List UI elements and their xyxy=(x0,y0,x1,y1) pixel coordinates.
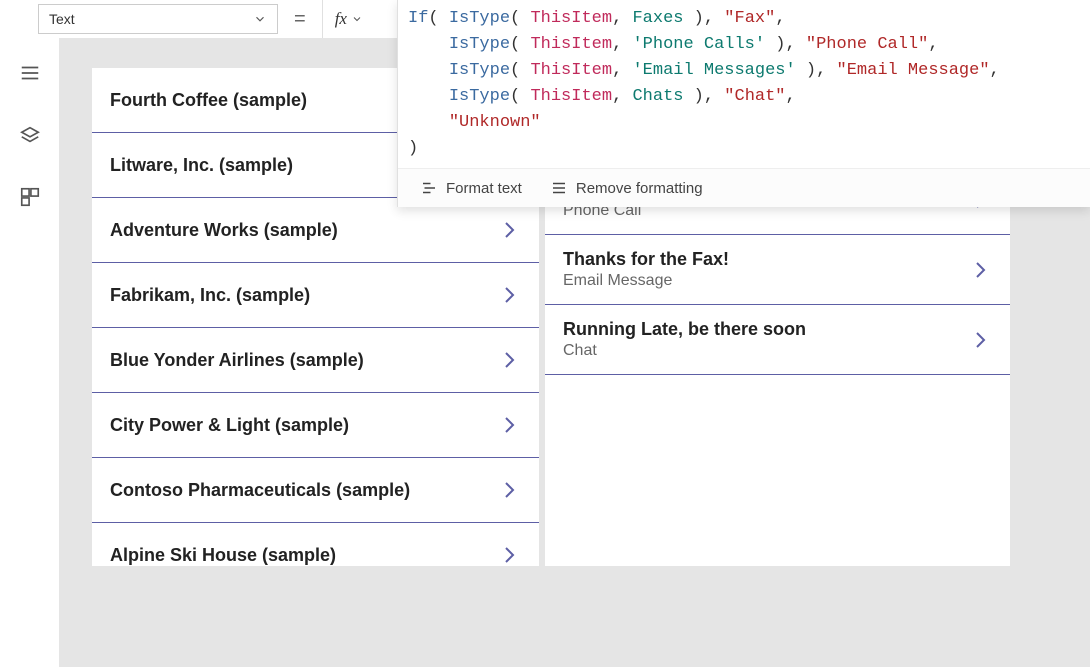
components-icon[interactable] xyxy=(19,186,41,208)
chevron-down-icon xyxy=(253,12,267,26)
left-rail xyxy=(0,38,60,667)
format-icon xyxy=(420,179,438,197)
account-name: Fabrikam, Inc. (sample) xyxy=(110,285,310,306)
chevron-right-icon[interactable] xyxy=(497,348,521,372)
chevron-right-icon[interactable] xyxy=(497,283,521,307)
formula-toolbar: Format text Remove formatting xyxy=(398,168,1090,207)
account-name: Contoso Pharmaceuticals (sample) xyxy=(110,480,410,501)
list-item[interactable]: Running Late, be there soon Chat xyxy=(545,305,1010,375)
list-item[interactable]: City Power & Light (sample) xyxy=(92,393,539,458)
fx-dropdown[interactable]: fx xyxy=(322,0,375,38)
activity-title: Running Late, be there soon xyxy=(563,319,806,340)
account-name: Alpine Ski House (sample) xyxy=(110,545,336,566)
remove-format-icon xyxy=(550,179,568,197)
chevron-right-icon[interactable] xyxy=(968,258,992,282)
list-item[interactable]: Alpine Ski House (sample) xyxy=(92,523,539,566)
list-item[interactable]: Contoso Pharmaceuticals (sample) xyxy=(92,458,539,523)
chevron-right-icon[interactable] xyxy=(968,328,992,352)
fx-label: fx xyxy=(335,9,347,29)
hamburger-icon[interactable] xyxy=(19,62,41,84)
list-item[interactable]: Blue Yonder Airlines (sample) xyxy=(92,328,539,393)
chevron-right-icon[interactable] xyxy=(497,478,521,502)
property-selector[interactable]: Text xyxy=(38,4,278,34)
list-item[interactable]: Fabrikam, Inc. (sample) xyxy=(92,263,539,328)
chevron-down-icon xyxy=(351,13,363,25)
chevron-right-icon[interactable] xyxy=(497,413,521,437)
formula-editor[interactable]: If( IsType( ThisItem, Faxes ), "Fax", Is… xyxy=(398,0,1010,168)
account-name: Adventure Works (sample) xyxy=(110,220,338,241)
account-name: City Power & Light (sample) xyxy=(110,415,349,436)
remove-formatting-button[interactable]: Remove formatting xyxy=(550,179,703,197)
activity-type-label: Email Message xyxy=(563,272,729,290)
layers-icon[interactable] xyxy=(19,124,41,146)
list-item[interactable]: Adventure Works (sample) xyxy=(92,198,539,263)
format-text-button[interactable]: Format text xyxy=(420,179,522,197)
remove-formatting-label: Remove formatting xyxy=(576,180,703,197)
chevron-right-icon[interactable] xyxy=(497,543,521,566)
activity-type-label: Chat xyxy=(563,342,806,360)
chevron-right-icon[interactable] xyxy=(497,218,521,242)
formula-bar-expanded: If( IsType( ThisItem, Faxes ), "Fax", Is… xyxy=(397,0,1090,207)
format-text-label: Format text xyxy=(446,180,522,197)
account-name: Blue Yonder Airlines (sample) xyxy=(110,350,364,371)
property-selector-value: Text xyxy=(49,11,75,27)
activity-title: Thanks for the Fax! xyxy=(563,249,729,270)
list-item[interactable]: Thanks for the Fax! Email Message xyxy=(545,235,1010,305)
account-name: Fourth Coffee (sample) xyxy=(110,90,307,111)
equals-symbol: = xyxy=(294,8,306,31)
account-name: Litware, Inc. (sample) xyxy=(110,155,293,176)
